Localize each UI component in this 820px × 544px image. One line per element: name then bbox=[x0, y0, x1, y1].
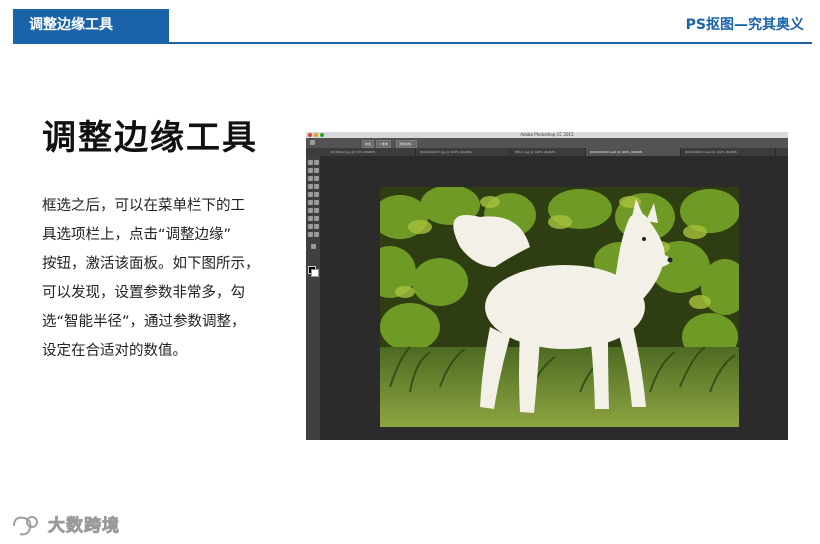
zoom-tool-icon bbox=[314, 232, 319, 237]
body-line: 具选项栏上，点击“调整边缘” bbox=[42, 227, 232, 243]
body-line: 框选之后，可以在菜单栏下的工 bbox=[42, 198, 245, 214]
gradient-tool-icon bbox=[314, 200, 319, 205]
body-line: 设定在合适对的数值。 bbox=[42, 343, 187, 359]
pen-tool-icon bbox=[308, 216, 313, 221]
brand-title: PS抠图—究其奥义 bbox=[685, 17, 804, 33]
page-title: 调整边缘工具 bbox=[42, 118, 258, 158]
marquee-tool-icon bbox=[314, 160, 319, 165]
path-select-icon bbox=[308, 224, 313, 229]
dog-photo-illustration bbox=[380, 187, 739, 427]
body-line: 可以发现，设置参数非常多，勾 bbox=[42, 285, 245, 301]
healing-tool-icon bbox=[308, 184, 313, 189]
slide-header: 调整边缘工具 PS抠图—究其奥义 bbox=[13, 9, 812, 44]
brush-tool-icon bbox=[314, 184, 319, 189]
ps-doc-tab: IMG-1.jpg @ 100% (RGB/8) bbox=[511, 148, 586, 156]
photoshop-screenshot: Adobe Photoshop CC 2015 新选 1 像素 调整边缘... … bbox=[306, 132, 788, 440]
logo-icon bbox=[13, 516, 38, 536]
extra-tools-icon bbox=[311, 244, 316, 249]
ps-option-button: 新选 bbox=[362, 140, 375, 148]
ps-doc-tab: 20160942.jpg @ 33% (RGB/8) bbox=[326, 148, 416, 156]
samoyed-dog-photo bbox=[380, 187, 739, 427]
eyedropper-tool-icon bbox=[314, 176, 319, 181]
shape-tool-icon bbox=[314, 224, 319, 229]
type-tool-icon bbox=[314, 216, 319, 221]
lasso-tool-icon bbox=[308, 168, 313, 173]
body-text: 框选之后，可以在菜单栏下的工 具选项栏上，点击“调整边缘” 按钮，激活该面板。如… bbox=[42, 192, 270, 366]
body-line: 按钮，激活该面板。如下图所示， bbox=[42, 256, 260, 272]
ps-doc-tab-active: QQ20160221.psd @ 100% (RGB/8) bbox=[586, 148, 681, 156]
background-color-swatch bbox=[311, 269, 319, 277]
ps-doc-tab: QQ20160207.jpg @ 100% (RGB/8) bbox=[416, 148, 511, 156]
marquee-tool-icon bbox=[310, 140, 315, 145]
eraser-tool-icon bbox=[308, 200, 313, 205]
history-brush-icon bbox=[314, 192, 319, 197]
stamp-tool-icon bbox=[308, 192, 313, 197]
refine-edge-button: 调整边缘... bbox=[396, 140, 417, 148]
move-tool-icon bbox=[308, 160, 313, 165]
magic-wand-tool-icon bbox=[314, 168, 319, 173]
crop-tool-icon bbox=[308, 176, 313, 181]
ps-options-bar: 新选 1 像素 调整边缘... bbox=[306, 138, 788, 148]
ps-option-button: 1 像素 bbox=[376, 140, 391, 148]
hand-tool-icon bbox=[308, 232, 313, 237]
watermark: 大数跨境 bbox=[10, 514, 119, 538]
blur-tool-icon bbox=[308, 208, 313, 213]
ps-doc-tab: QQ20160221.psd @ 100% (RGB/8) bbox=[681, 148, 776, 156]
ps-toolbox bbox=[306, 156, 320, 440]
ps-document-tabs: 20160942.jpg @ 33% (RGB/8) QQ20160207.jp… bbox=[306, 148, 788, 156]
section-tab: 调整边缘工具 bbox=[13, 9, 169, 42]
body-line: 选“智能半径”，通过参数调整， bbox=[42, 314, 246, 330]
dodge-tool-icon bbox=[314, 208, 319, 213]
watermark-text: 大数跨境 bbox=[48, 516, 120, 537]
